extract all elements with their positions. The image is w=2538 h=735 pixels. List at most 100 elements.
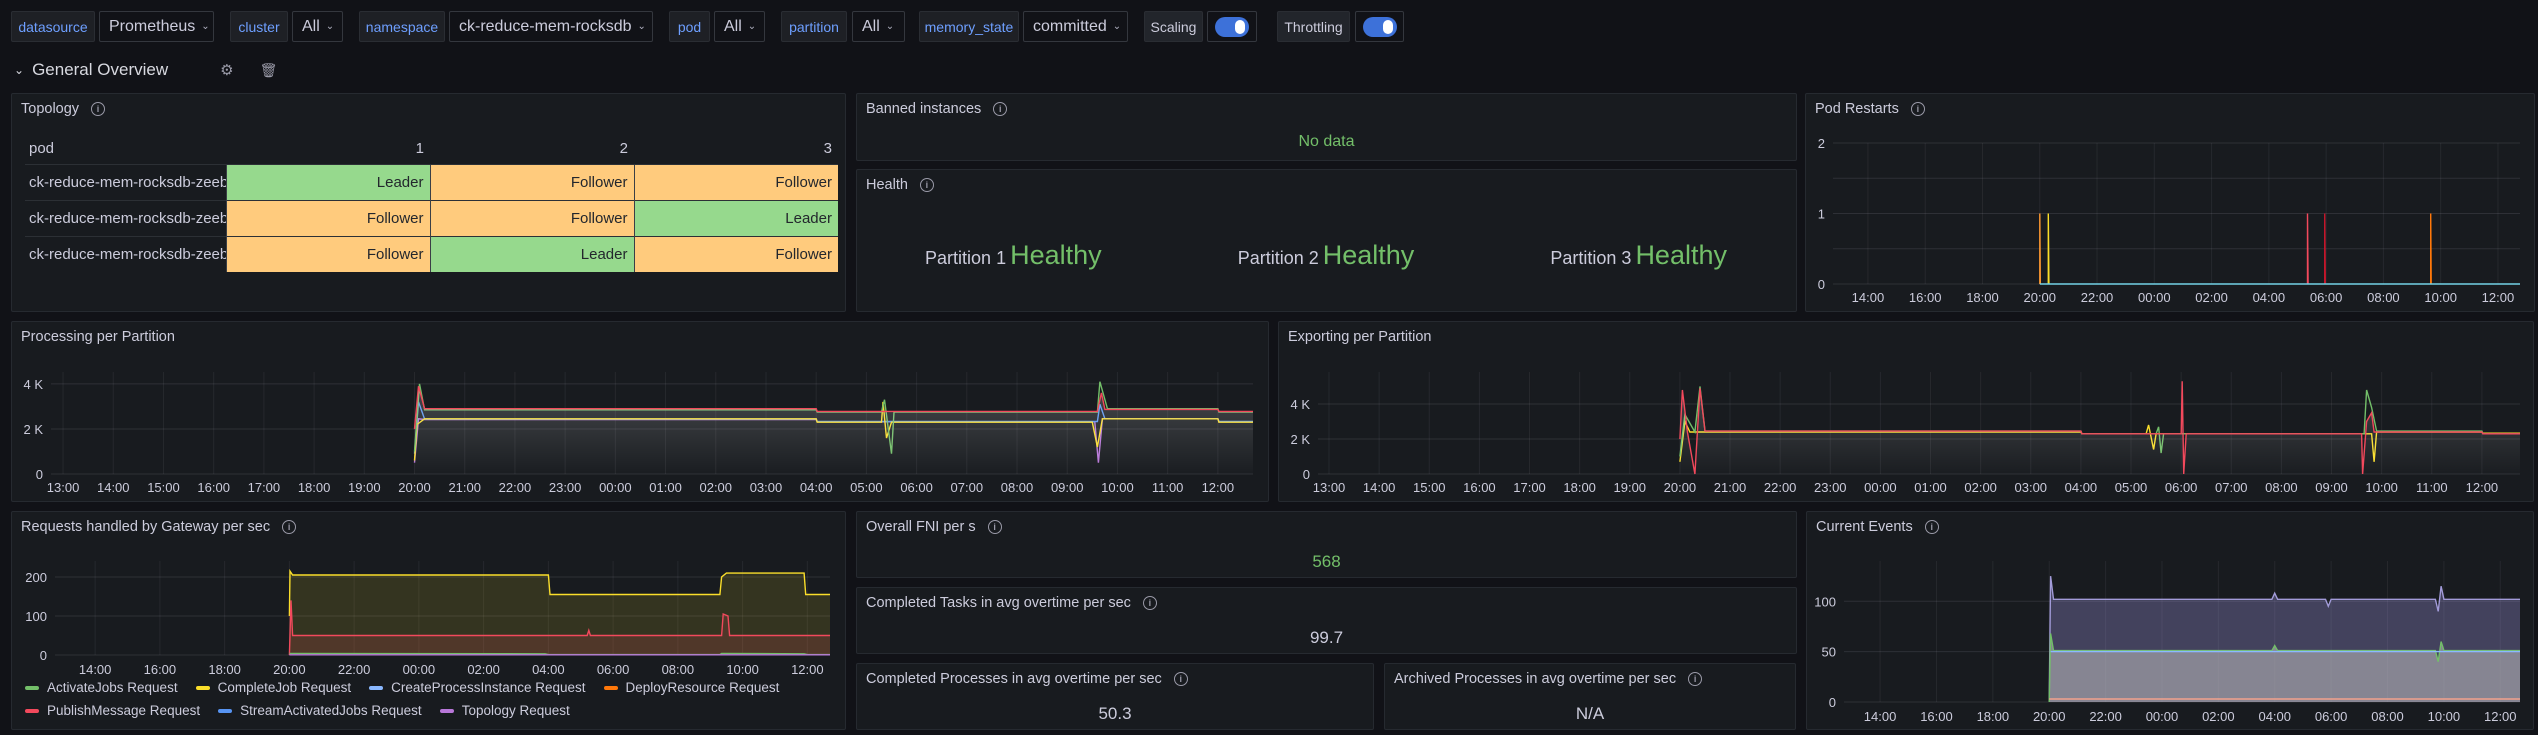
x-tick-label: 18:00: [298, 480, 331, 495]
x-tick-label: 09:00: [1051, 480, 1084, 495]
variable-memory-state-select[interactable]: committed ⌄: [1023, 11, 1128, 42]
panel-title: Exporting per Partition: [1288, 329, 1431, 345]
x-tick-label: 12:00: [2484, 709, 2517, 724]
x-tick-label: 21:00: [448, 480, 481, 495]
legend-swatch: [603, 685, 618, 690]
role-cell: Leader: [429, 235, 634, 272]
variable-datasource-select[interactable]: Prometheus ⌄: [99, 11, 214, 42]
y-tick-label: 1: [1818, 207, 1825, 222]
pod-name-cell: ck-reduce-mem-rocksdb-zeebe-2: [25, 235, 226, 272]
topology-table: pod 1 2 3 ck-reduce-mem-rocksdb-zeebe-0L…: [25, 134, 838, 272]
y-tick-label: 100: [1814, 594, 1836, 609]
x-tick-label: 06:00: [900, 480, 933, 495]
legend-item[interactable]: CreateProcessInstance Request: [369, 680, 586, 695]
info-icon[interactable]: i: [919, 178, 934, 192]
trash-icon[interactable]: 🗑: [260, 62, 278, 79]
x-tick-label: 04:00: [800, 480, 833, 495]
chart-legend: ActivateJobs Request CompleteJob Request C…: [25, 680, 825, 718]
x-tick-label: 18:00: [1563, 480, 1596, 495]
y-tick-label: 200: [25, 570, 47, 585]
y-tick-label: 2 K: [1290, 432, 1310, 447]
role-cell: Follower: [633, 235, 838, 272]
x-tick-label: 04:00: [2065, 480, 2098, 495]
x-tick-label: 14:00: [1363, 480, 1396, 495]
variable-cluster-label: cluster: [230, 11, 288, 42]
chevron-down-icon[interactable]: ⌄: [14, 63, 24, 77]
current-events-panel: 0 50 100 14:00 16:00 18:00 20:00 22:00 00:00 02:0…: [1806, 511, 2534, 730]
x-tick-label: 17:00: [248, 480, 281, 495]
x-tick-label: 20:00: [2023, 290, 2056, 305]
legend-item[interactable]: ActivateJobs Request: [25, 680, 178, 695]
table-row: ck-reduce-mem-rocksdb-zeebe-1FollowerFol…: [25, 199, 838, 236]
info-icon[interactable]: i: [1924, 520, 1939, 534]
x-tick-label: 08:00: [2371, 709, 2404, 724]
column-header-pod[interactable]: pod: [25, 134, 226, 164]
column-header-partition-3[interactable]: 3: [634, 134, 838, 164]
processing-chart[interactable]: 0 2 K 4 K 13:00 14:00 15:00 16:00 17:00 18:00 19:…: [12, 322, 1269, 502]
legend-label: Topology Request: [461, 703, 570, 718]
info-icon[interactable]: i: [91, 102, 106, 116]
info-icon[interactable]: i: [987, 520, 1002, 534]
x-tick-label: 07:00: [951, 480, 984, 495]
x-tick-label: 08:00: [2367, 290, 2400, 305]
x-tick-label: 21:00: [1714, 480, 1747, 495]
partition-label: Partition 2: [1237, 248, 1319, 268]
row-title[interactable]: General Overview: [32, 60, 168, 80]
x-tick-label: 13:00: [1313, 480, 1346, 495]
x-tick-label: 14:00: [1852, 290, 1885, 305]
health-partition-3: Partition 3 Healthy: [1482, 240, 1795, 271]
info-icon[interactable]: i: [1142, 596, 1157, 610]
x-tick-label: 20:00: [2033, 709, 2066, 724]
exporting-chart[interactable]: 0 2 K 4 K 13:00 14:00 15:00 16:00 17:00 18:00 19:…: [1279, 322, 2534, 502]
variable-partition-select[interactable]: All ⌄: [852, 11, 905, 42]
throttling-toggle[interactable]: [1355, 11, 1404, 42]
info-icon[interactable]: i: [282, 520, 297, 534]
x-tick-label: 14:00: [97, 480, 130, 495]
panel-title-text: Requests handled by Gateway per sec: [21, 519, 271, 535]
x-tick-label: 06:00: [2165, 480, 2198, 495]
row-header-general-overview[interactable]: ⌄ General Overview ⚙ 🗑: [14, 58, 277, 82]
info-icon[interactable]: i: [1173, 672, 1188, 686]
x-tick-label: 08:00: [662, 662, 695, 677]
scaling-toggle[interactable]: [1207, 11, 1257, 42]
chevron-down-icon: ⌄: [325, 21, 335, 32]
info-icon[interactable]: i: [1688, 672, 1703, 686]
archived-processes-panel: Archived Processes in avg overtime per s…: [1384, 663, 1796, 730]
variable-namespace-select[interactable]: ck-reduce-mem-rocksdb ⌄: [449, 11, 653, 42]
x-tick-label: 20:00: [273, 662, 306, 677]
info-icon[interactable]: i: [993, 102, 1008, 116]
y-tick-label: 100: [25, 609, 47, 624]
column-header-partition-2[interactable]: 2: [430, 134, 634, 164]
chevron-down-icon: ⌄: [885, 21, 895, 32]
processing-panel: 0 2 K 4 K 13:00 14:00 15:00 16:00 17:00 18:00 19:…: [11, 321, 1269, 502]
y-tick-label: 4 K: [23, 377, 43, 392]
health-partition-1: Partition 1 Healthy: [857, 240, 1170, 271]
variable-value: Prometheus: [109, 17, 196, 35]
info-icon[interactable]: i: [1910, 102, 1925, 116]
x-tick-label: 10:00: [2365, 480, 2398, 495]
panel-title: Health i: [866, 177, 934, 193]
pod-restarts-chart[interactable]: 0 1 2 14:00 16:00 18:00 20:00 22:00 00:00 02:00 04…: [1806, 94, 2535, 312]
panel-title-text: Banned instances: [866, 101, 982, 117]
toggle-switch[interactable]: [1362, 16, 1397, 37]
variable-cluster-select[interactable]: All ⌄: [292, 11, 343, 42]
exporting-panel: 0 2 K 4 K 13:00 14:00 15:00 16:00 17:00 18:00 19:…: [1278, 321, 2534, 502]
series-area: [1679, 381, 2520, 474]
x-tick-label: 18:00: [1977, 709, 2010, 724]
y-tick-label: 2: [1818, 136, 1825, 151]
legend-item[interactable]: PublishMessage Request: [25, 703, 200, 718]
variable-pod-select[interactable]: All ⌄: [714, 11, 765, 42]
legend-item[interactable]: DeployResource Request: [603, 680, 779, 695]
legend-item[interactable]: Topology Request: [439, 703, 570, 718]
column-header-partition-1[interactable]: 1: [226, 134, 430, 164]
current-events-chart[interactable]: 0 50 100 14:00 16:00 18:00 20:00 22:00 00:00 02:0…: [1807, 512, 2534, 730]
health-panel: Health i Partition 1 Healthy Partition 2 He…: [856, 169, 1797, 312]
toggle-switch[interactable]: [1215, 16, 1249, 37]
y-tick-label: 0: [1303, 467, 1310, 482]
series-line: [2306, 213, 2309, 285]
legend-item[interactable]: StreamActivatedJobs Request: [218, 703, 422, 718]
gear-icon[interactable]: ⚙: [220, 61, 233, 79]
chevron-down-icon: ⌄: [201, 21, 210, 32]
variable-namespace-label: namespace: [359, 11, 445, 42]
legend-item[interactable]: CompleteJob Request: [195, 680, 351, 695]
